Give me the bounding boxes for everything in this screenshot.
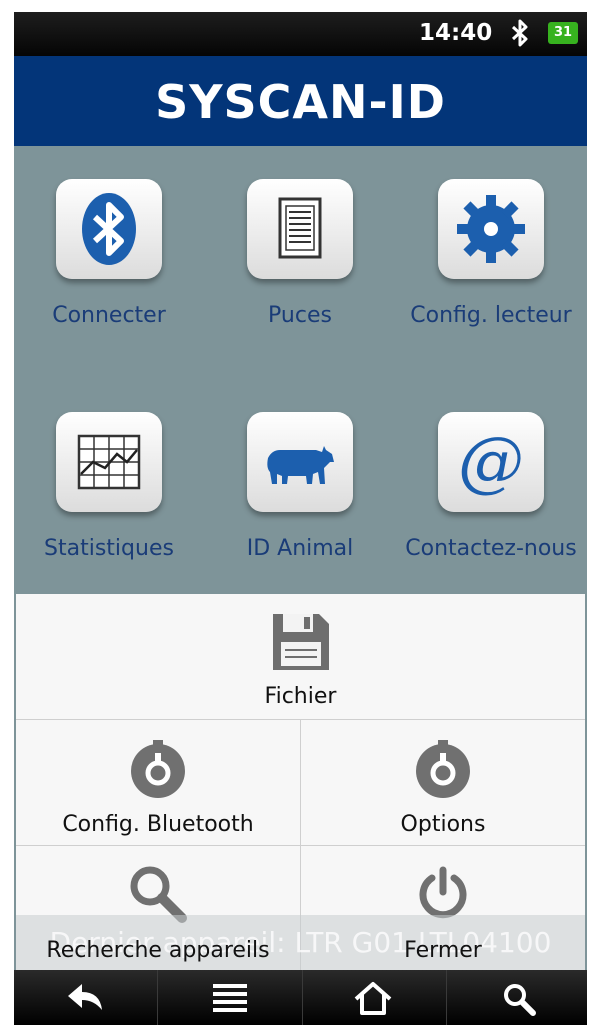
at-sign-icon: @ <box>458 423 524 500</box>
search-icon <box>504 984 536 1016</box>
navigation-bar <box>14 970 587 1025</box>
app-label: Connecter <box>52 303 166 328</box>
tile <box>438 179 544 279</box>
options-menu: Fichier Config. Bluetooth Options <box>16 594 585 970</box>
menu-item-label: Options <box>400 812 486 837</box>
app-label: Config. lecteur <box>410 303 572 328</box>
id-animal-button[interactable]: ID Animal <box>205 412 395 561</box>
app-label: ID Animal <box>246 536 354 561</box>
svg-text:@: @ <box>458 423 524 500</box>
app-label: Contactez-nous <box>405 536 577 561</box>
app-label: Statistiques <box>44 536 174 561</box>
home-icon <box>354 982 392 1015</box>
tile <box>247 412 353 512</box>
power-icon <box>419 866 467 919</box>
menu-item-config-bluetooth[interactable]: Config. Bluetooth <box>16 720 300 845</box>
cow-icon <box>267 446 334 484</box>
menu-item-label: Recherche appareils <box>46 938 270 963</box>
phone-screen: 14:40 31 SYSCAN-ID Connecter Puces Confi… <box>14 12 587 1025</box>
menu-item-options[interactable]: Options <box>301 720 585 845</box>
menu-item-label: Fichier <box>264 684 337 709</box>
search-button[interactable] <box>447 970 587 1025</box>
battery-icon: 31 <box>548 22 578 44</box>
menu-item-label: Config. Bluetooth <box>62 812 254 837</box>
save-icon <box>273 614 329 670</box>
battery-level: 31 <box>553 25 573 40</box>
status-bar: 14:40 31 <box>14 12 587 56</box>
app-label: Puces <box>268 303 332 328</box>
menu-item-fichier[interactable]: Fichier <box>16 594 585 719</box>
tile: @ <box>438 412 544 512</box>
status-time: 14:40 <box>419 20 493 46</box>
bluetooth-icon <box>82 193 136 265</box>
back-button[interactable] <box>14 970 157 1025</box>
menu-item-label: Fermer <box>404 938 482 963</box>
document-list-icon <box>278 197 322 259</box>
back-icon <box>68 984 102 1010</box>
puces-button[interactable]: Puces <box>205 179 395 328</box>
menu-button[interactable] <box>158 970 301 1025</box>
tile <box>56 412 162 512</box>
gear-icon <box>457 195 525 263</box>
tile <box>56 179 162 279</box>
bluetooth-status-icon <box>511 19 528 47</box>
chart-icon <box>77 434 141 490</box>
dial-icon <box>131 740 185 798</box>
dial-icon <box>416 740 470 798</box>
config-lecteur-button[interactable]: Config. lecteur <box>396 179 586 328</box>
tile <box>247 179 353 279</box>
menu-icon <box>213 984 247 1012</box>
connecter-button[interactable]: Connecter <box>14 179 204 328</box>
contactez-nous-button[interactable]: @ Contactez-nous <box>396 412 586 561</box>
app-title: SYSCAN-ID <box>155 75 446 129</box>
home-button[interactable] <box>303 970 446 1025</box>
app-title-bar: SYSCAN-ID <box>14 56 587 146</box>
statistiques-button[interactable]: Statistiques <box>14 412 204 561</box>
